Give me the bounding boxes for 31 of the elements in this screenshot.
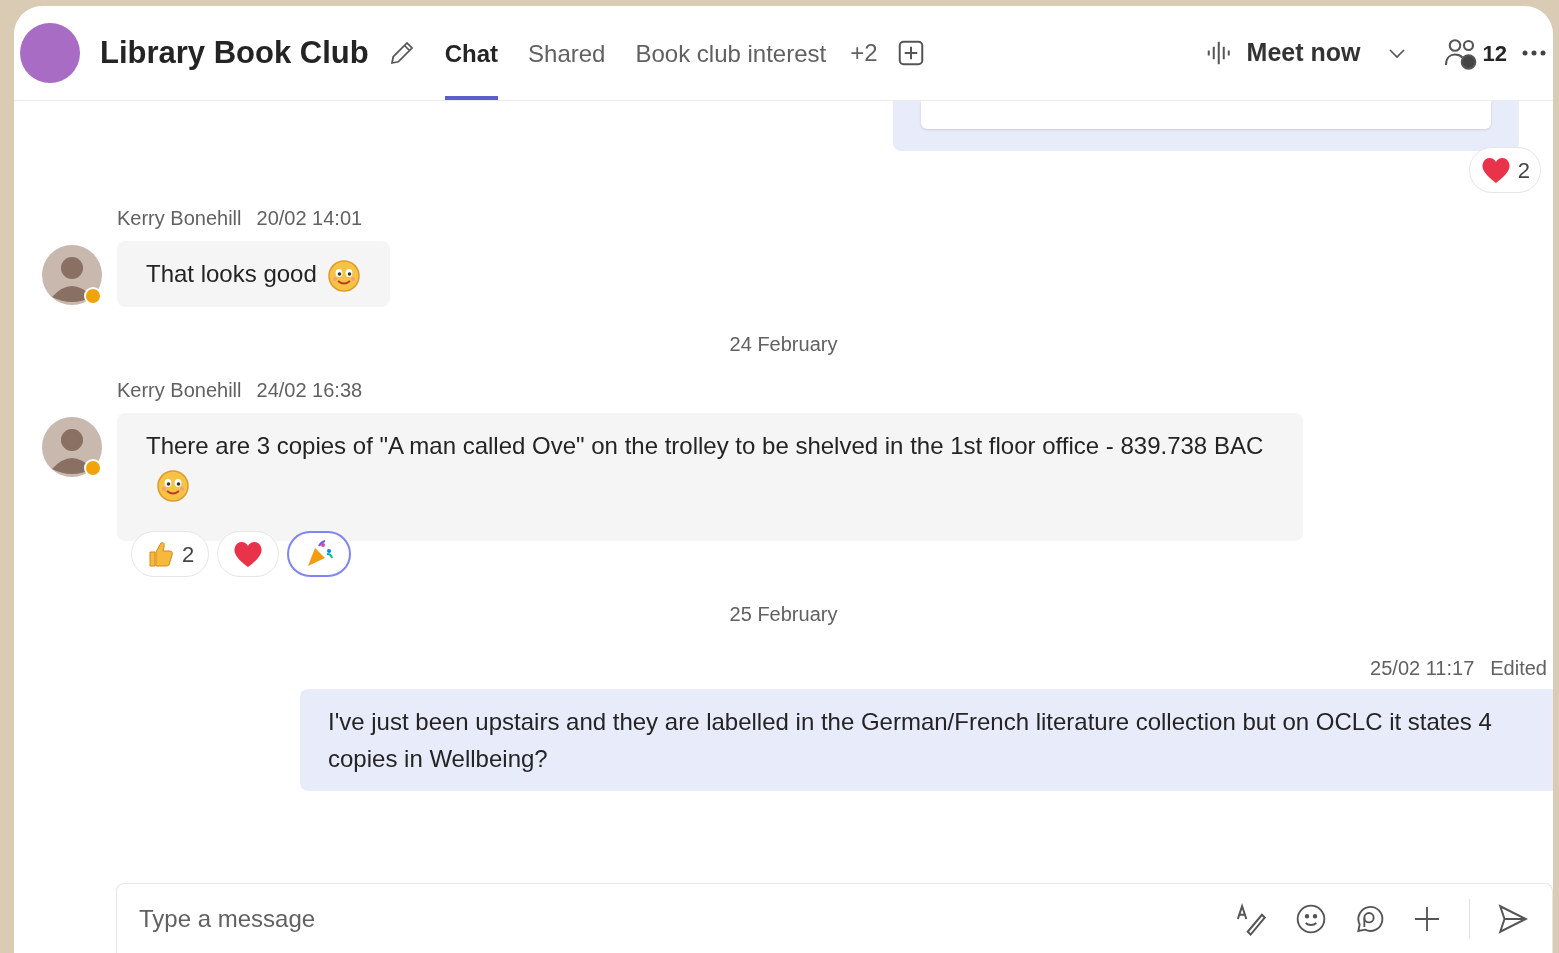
message-time: 24/02 16:38 — [256, 378, 363, 403]
date-divider: 24 February — [729, 332, 838, 357]
author-name: Kerry Bonehill — [117, 206, 242, 231]
participant-count: 12 — [1482, 39, 1507, 68]
message-text: That looks good — [146, 260, 317, 287]
message-time: 25/02 11:17 — [1370, 656, 1475, 681]
meet-now-button[interactable]: Meet now — [1246, 34, 1361, 72]
edited-label: Edited — [1490, 656, 1547, 681]
reaction-chip[interactable] — [287, 531, 352, 577]
reaction-chip[interactable]: 2 — [1468, 147, 1541, 193]
more-options-icon[interactable] — [1521, 49, 1547, 57]
date-divider: 25 February — [729, 602, 838, 627]
message-time: 20/02 14:01 — [256, 206, 363, 231]
author-name: Kerry Bonehill — [117, 378, 242, 403]
message-input[interactable]: Type a message — [139, 900, 1235, 937]
reaction-chip[interactable]: 2 — [131, 531, 210, 577]
avatar-silhouette-icon — [42, 245, 102, 305]
message-text: I've just been upstairs and they are labelled in the German/French literature collection but on OCLC it states 4 copies in Wellbeing? — [328, 708, 1492, 772]
more-tabs-button[interactable]: +2 — [850, 35, 878, 71]
message-composer[interactable]: Type a message — [116, 883, 1553, 953]
thumbs-up-icon — [146, 539, 176, 569]
group-picture — [20, 23, 80, 83]
heart-icon — [232, 539, 265, 569]
chat-tab[interactable]: Shared — [528, 6, 606, 100]
chat-tab[interactable]: Book club interest — [635, 6, 827, 100]
emoji-icon[interactable] — [1295, 902, 1327, 935]
chat-tab[interactable]: Chat — [444, 6, 499, 100]
message-text: There are 3 copies of "A man called Ove" on the trolley to be shelved in the 1st floor office - 839.738 BAC — [146, 432, 1264, 459]
format-text-icon[interactable] — [1235, 901, 1269, 936]
avatar-silhouette-icon — [42, 417, 102, 477]
chat-title: Library Book Club — [100, 33, 369, 72]
